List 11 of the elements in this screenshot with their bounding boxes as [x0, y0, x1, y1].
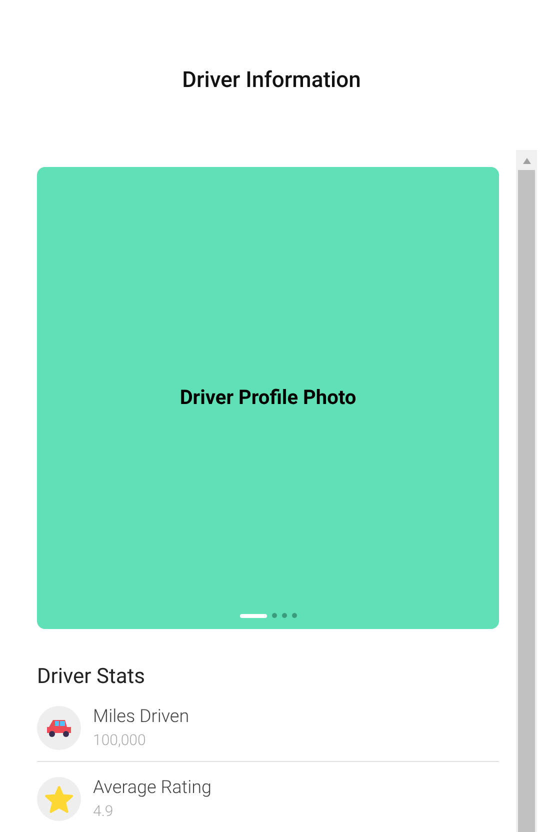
placeholder-caption: Driver Profile Photo	[180, 384, 356, 411]
star-icon	[45, 786, 73, 812]
stat-value: 4.9	[93, 801, 114, 822]
stat-label: Miles Driven	[93, 705, 190, 729]
scrollbar-thumb[interactable]	[518, 170, 535, 832]
page-title: Driver Information	[182, 66, 361, 94]
car-icon	[45, 718, 73, 738]
scrollbar[interactable]	[516, 150, 537, 832]
stat-label: Average Rating	[93, 776, 212, 800]
stat-value: 100,000	[93, 730, 147, 751]
section-heading: Driver Stats	[37, 664, 146, 691]
